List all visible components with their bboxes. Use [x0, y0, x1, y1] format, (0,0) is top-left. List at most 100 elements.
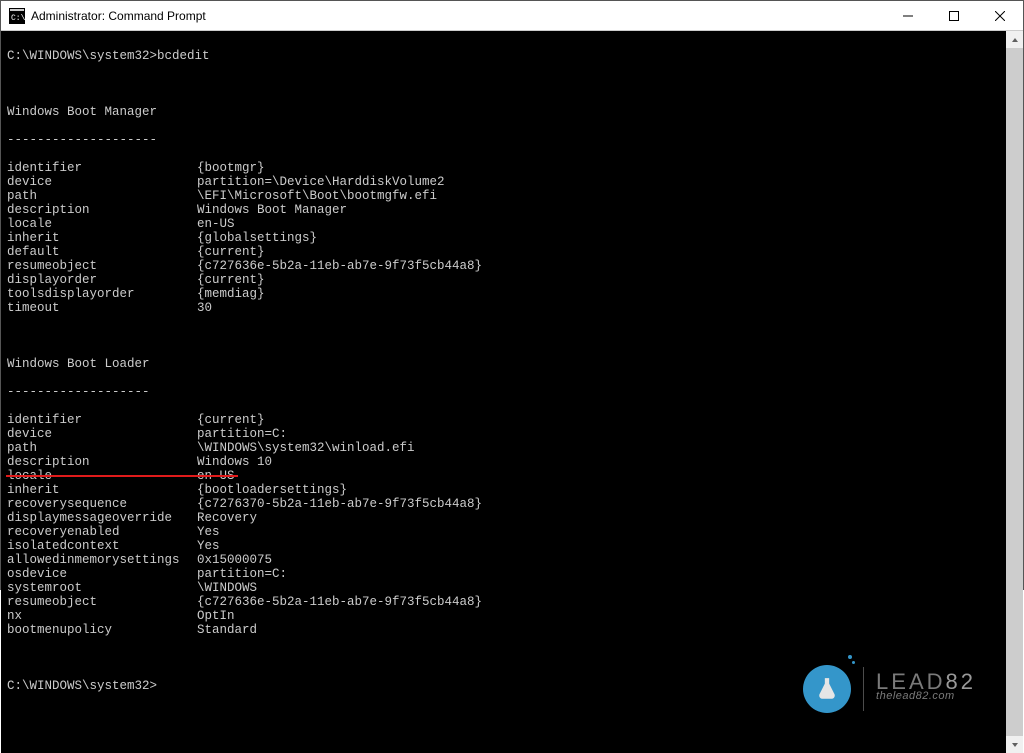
output-key: resumeobject [7, 259, 197, 273]
output-row: inherit{bootloadersettings} [7, 483, 1000, 497]
output-key: systemroot [7, 581, 197, 595]
output-row: displayorder{current} [7, 273, 1000, 287]
output-row: path\EFI\Microsoft\Boot\bootmgfw.efi [7, 189, 1000, 203]
output-key: toolsdisplayorder [7, 287, 197, 301]
output-value: {current} [197, 273, 265, 287]
blank-line [7, 329, 1000, 343]
flask-icon [803, 665, 851, 713]
output-row: path\WINDOWS\system32\winload.efi [7, 441, 1000, 455]
output-value: en-US [197, 217, 235, 231]
output-key: description [7, 203, 197, 217]
scroll-down-button[interactable] [1006, 736, 1023, 753]
output-key: timeout [7, 301, 197, 315]
cmd-icon: C:\ [9, 8, 25, 24]
output-row: allowedinmemorysettings0x15000075 [7, 553, 1000, 567]
minimize-button[interactable] [885, 1, 931, 31]
output-key: recoveryenabled [7, 525, 197, 539]
scroll-track[interactable] [1006, 48, 1023, 736]
output-value: OptIn [197, 609, 235, 623]
scroll-thumb[interactable] [1006, 48, 1023, 736]
output-row: inherit{globalsettings} [7, 231, 1000, 245]
blank-line [7, 77, 1000, 91]
output-key: inherit [7, 483, 197, 497]
output-key: resumeobject [7, 595, 197, 609]
output-row: identifier{current} [7, 413, 1000, 427]
output-key: displayorder [7, 273, 197, 287]
section-title: Windows Boot Manager [7, 105, 1000, 119]
output-row: recoverysequence{c7276370-5b2a-11eb-ab7e… [7, 497, 1000, 511]
section-title: Windows Boot Loader [7, 357, 1000, 371]
section-dashes: -------------------- [7, 133, 1000, 147]
svg-text:C:\: C:\ [11, 14, 25, 23]
window-title: Administrator: Command Prompt [31, 9, 206, 23]
output-key: device [7, 175, 197, 189]
output-key: isolatedcontext [7, 539, 197, 553]
output-row: devicepartition=\Device\HarddiskVolume2 [7, 175, 1000, 189]
watermark-text: LEAD82 thelead82.com [876, 675, 976, 703]
output-value: {c7276370-5b2a-11eb-ab7e-9f73f5cb44a8} [197, 497, 482, 511]
highlight-underline [6, 475, 238, 477]
output-key: osdevice [7, 567, 197, 581]
output-key: nx [7, 609, 197, 623]
output-row: osdevicepartition=C: [7, 567, 1000, 581]
close-button[interactable] [977, 1, 1023, 31]
output-row: devicepartition=C: [7, 427, 1000, 441]
output-value: \EFI\Microsoft\Boot\bootmgfw.efi [197, 189, 437, 203]
output-value: Windows Boot Manager [197, 203, 347, 217]
output-value: {c727636e-5b2a-11eb-ab7e-9f73f5cb44a8} [197, 595, 482, 609]
brand-url: thelead82.com [876, 689, 976, 703]
app-window: C:\ Administrator: Command Prompt C:\WIN… [0, 0, 1024, 590]
output-key: identifier [7, 413, 197, 427]
output-value: partition=\Device\HarddiskVolume2 [197, 175, 445, 189]
output-key: description [7, 455, 197, 469]
output-key: default [7, 245, 197, 259]
vertical-scrollbar[interactable] [1006, 31, 1023, 753]
output-row: timeout30 [7, 301, 1000, 315]
output-value: {current} [197, 245, 265, 259]
output-value: Windows 10 [197, 455, 272, 469]
output-row: default{current} [7, 245, 1000, 259]
output-value: 0x15000075 [197, 553, 272, 567]
output-value: {bootmgr} [197, 161, 265, 175]
output-value: partition=C: [197, 567, 287, 581]
output-value: {current} [197, 413, 265, 427]
output-value: partition=C: [197, 427, 287, 441]
watermark-divider [863, 667, 864, 711]
output-row: identifier{bootmgr} [7, 161, 1000, 175]
output-key: locale [7, 217, 197, 231]
output-key: displaymessageoverride [7, 511, 197, 525]
output-row: descriptionWindows 10 [7, 455, 1000, 469]
output-row: recoveryenabledYes [7, 525, 1000, 539]
watermark: LEAD82 thelead82.com [803, 665, 976, 713]
section-dashes: ------------------- [7, 385, 1000, 399]
output-row: bootmenupolicyStandard [7, 623, 1000, 637]
output-value: {bootloadersettings} [197, 483, 347, 497]
console-output[interactable]: C:\WINDOWS\system32>bcdedit Windows Boot… [1, 31, 1006, 753]
output-value: Yes [197, 539, 220, 553]
output-row: toolsdisplayorder{memdiag} [7, 287, 1000, 301]
output-value: Standard [197, 623, 257, 637]
output-key: inherit [7, 231, 197, 245]
prompt-line: C:\WINDOWS\system32>bcdedit [7, 49, 1000, 63]
output-value: {globalsettings} [197, 231, 317, 245]
output-row: displaymessageoverrideRecovery [7, 511, 1000, 525]
output-key: identifier [7, 161, 197, 175]
output-key: bootmenupolicy [7, 623, 197, 637]
output-key: path [7, 189, 197, 203]
output-key: device [7, 427, 197, 441]
output-key: recoverysequence [7, 497, 197, 511]
maximize-button[interactable] [931, 1, 977, 31]
output-value: {c727636e-5b2a-11eb-ab7e-9f73f5cb44a8} [197, 259, 482, 273]
output-key: path [7, 441, 197, 455]
output-value: Recovery [197, 511, 257, 525]
output-value: \WINDOWS [197, 581, 257, 595]
output-row: descriptionWindows Boot Manager [7, 203, 1000, 217]
output-value: Yes [197, 525, 220, 539]
output-row: nxOptIn [7, 609, 1000, 623]
output-row: systemroot\WINDOWS [7, 581, 1000, 595]
output-row: resumeobject{c727636e-5b2a-11eb-ab7e-9f7… [7, 595, 1000, 609]
titlebar[interactable]: C:\ Administrator: Command Prompt [1, 1, 1023, 31]
output-row: localeen-US [7, 217, 1000, 231]
output-value: 30 [197, 301, 212, 315]
scroll-up-button[interactable] [1006, 31, 1023, 48]
